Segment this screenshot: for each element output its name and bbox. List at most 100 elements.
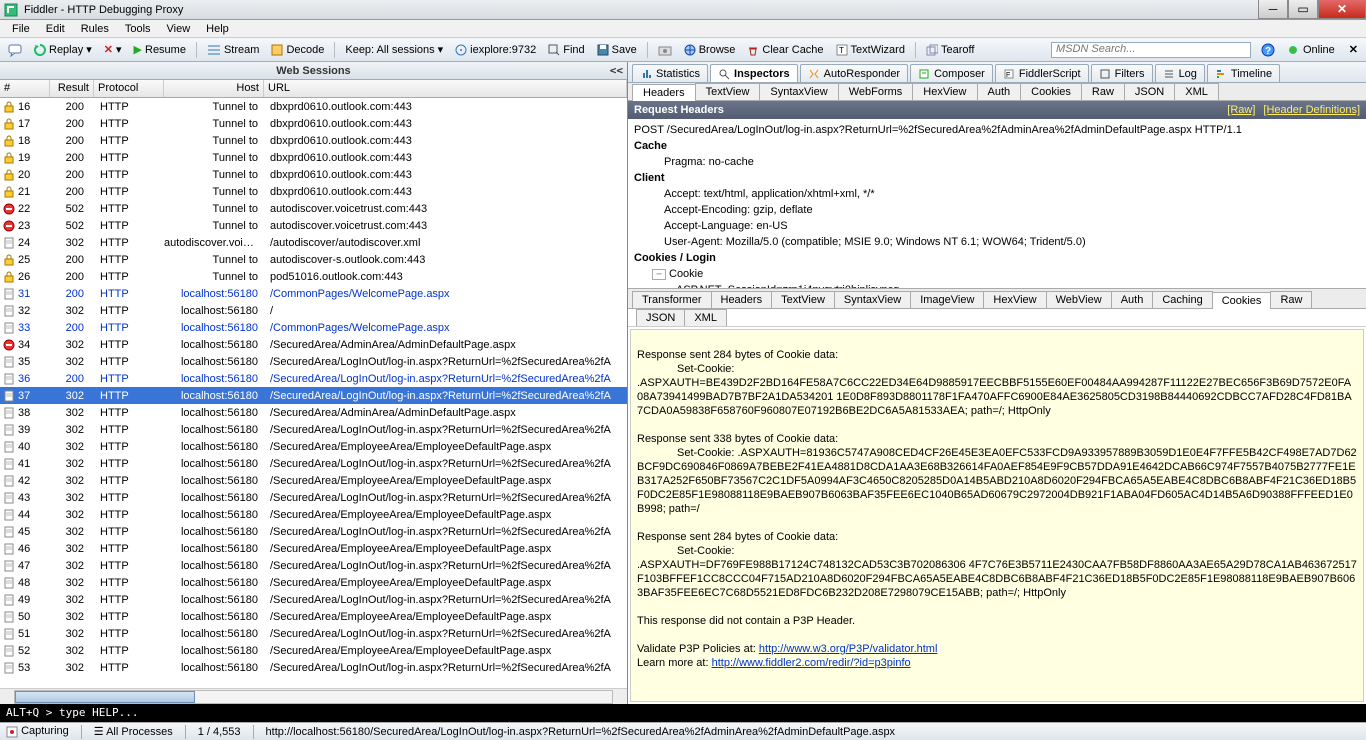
table-row[interactable]: 53302HTTPlocalhost:56180/SecuredArea/Log… [0, 659, 627, 676]
menu-rules[interactable]: Rules [75, 21, 115, 37]
table-row[interactable]: 24302HTTPautodiscover.voicet.../autodisc… [0, 234, 627, 251]
table-row[interactable]: 36200HTTPlocalhost:56180/SecuredArea/Log… [0, 370, 627, 387]
process-filter[interactable]: ☰ All Processes [94, 725, 173, 738]
menu-view[interactable]: View [161, 21, 197, 37]
tab-fiddlerscript[interactable]: F FiddlerScript [995, 64, 1089, 82]
msdn-search-input[interactable]: MSDN Search... [1051, 42, 1251, 58]
resptab2-xml[interactable]: XML [684, 309, 727, 326]
subtab-xml[interactable]: XML [1174, 83, 1219, 100]
minimize-button[interactable]: ─ [1258, 0, 1288, 19]
request-headers-tree[interactable]: POST /SecuredArea/LogInOut/log-in.aspx?R… [628, 119, 1366, 289]
quick-cmd-bar[interactable]: ALT+Q > type HELP... [0, 704, 1366, 722]
col-url[interactable]: URL [264, 80, 627, 97]
camera-icon[interactable] [654, 43, 676, 57]
resptab-caching[interactable]: Caching [1152, 291, 1212, 308]
resptab2-json[interactable]: JSON [636, 309, 685, 326]
resptab-textview[interactable]: TextView [771, 291, 835, 308]
subtab-cookies[interactable]: Cookies [1020, 83, 1082, 100]
target-process[interactable]: iexplore:9732 [451, 43, 540, 57]
subtab-syntaxview[interactable]: SyntaxView [759, 83, 838, 100]
toolbar-close-icon[interactable]: ✕ [1345, 42, 1362, 57]
col-host[interactable]: Host [164, 80, 264, 97]
table-row[interactable]: 31200HTTPlocalhost:56180/CommonPages/Wel… [0, 285, 627, 302]
table-row[interactable]: 49302HTTPlocalhost:56180/SecuredArea/Log… [0, 591, 627, 608]
capturing-indicator[interactable]: Capturing [6, 725, 69, 737]
horizontal-scrollbar[interactable] [0, 688, 627, 704]
tab-filters[interactable]: Filters [1091, 64, 1153, 82]
subtab-webforms[interactable]: WebForms [838, 83, 914, 100]
comment-button[interactable] [4, 42, 26, 58]
stream-button[interactable]: Stream [203, 43, 263, 57]
textwizard-button[interactable]: TTextWizard [832, 43, 909, 57]
col-num[interactable]: # [0, 80, 50, 97]
find-button[interactable]: Find [544, 43, 588, 57]
subtab-textview[interactable]: TextView [695, 83, 761, 100]
table-row[interactable]: 41302HTTPlocalhost:56180/SecuredArea/Log… [0, 455, 627, 472]
maximize-button[interactable]: ▭ [1288, 0, 1318, 19]
tab-autoresponder[interactable]: AutoResponder [800, 64, 908, 82]
replay-button[interactable]: Replay ▾ [30, 42, 96, 57]
raw-link[interactable]: [Raw] [1227, 104, 1255, 116]
p3p-validator-link[interactable]: http://www.w3.org/P3P/validator.html [759, 643, 938, 655]
table-row[interactable]: 48302HTTPlocalhost:56180/SecuredArea/Emp… [0, 574, 627, 591]
resptab-webview[interactable]: WebView [1046, 291, 1112, 308]
table-row[interactable]: 19200HTTPTunnel todbxprd0610.outlook.com… [0, 149, 627, 166]
clear-cache-button[interactable]: Clear Cache [743, 43, 827, 57]
table-row[interactable]: 34302HTTPlocalhost:56180/SecuredArea/Adm… [0, 336, 627, 353]
online-indicator[interactable]: Online [1285, 43, 1339, 57]
table-row[interactable]: 22502HTTPTunnel toautodiscover.voicetrus… [0, 200, 627, 217]
tab-composer[interactable]: Composer [910, 64, 993, 82]
menu-tools[interactable]: Tools [119, 21, 157, 37]
table-row[interactable]: 32302HTTPlocalhost:56180/ [0, 302, 627, 319]
browse-button[interactable]: Browse [680, 43, 740, 57]
subtab-raw[interactable]: Raw [1081, 83, 1125, 100]
sessions-grid[interactable]: 16200HTTPTunnel todbxprd0610.outlook.com… [0, 98, 627, 688]
table-row[interactable]: 21200HTTPTunnel todbxprd0610.outlook.com… [0, 183, 627, 200]
resptab-cookies[interactable]: Cookies [1212, 292, 1272, 309]
header-def-link[interactable]: [Header Definitions] [1263, 104, 1360, 116]
table-row[interactable]: 20200HTTPTunnel todbxprd0610.outlook.com… [0, 166, 627, 183]
tab-log[interactable]: Log [1155, 64, 1205, 82]
resptab-syntaxview[interactable]: SyntaxView [834, 291, 911, 308]
menu-help[interactable]: Help [200, 21, 235, 37]
table-row[interactable]: 40302HTTPlocalhost:56180/SecuredArea/Emp… [0, 438, 627, 455]
table-row[interactable]: 45302HTTPlocalhost:56180/SecuredArea/Log… [0, 523, 627, 540]
p3p-learn-link[interactable]: http://www.fiddler2.com/redir/?id=p3pinf… [712, 657, 911, 669]
table-row[interactable]: 17200HTTPTunnel todbxprd0610.outlook.com… [0, 115, 627, 132]
resptab-raw[interactable]: Raw [1270, 291, 1312, 308]
menu-edit[interactable]: Edit [40, 21, 71, 37]
table-row[interactable]: 35302HTTPlocalhost:56180/SecuredArea/Log… [0, 353, 627, 370]
resume-button[interactable]: ▶Resume [130, 42, 190, 57]
subtab-hexview[interactable]: HexView [912, 83, 977, 100]
keep-sessions[interactable]: Keep: All sessions ▾ [341, 42, 447, 57]
resptab-headers[interactable]: Headers [711, 291, 773, 308]
col-result[interactable]: Result [50, 80, 94, 97]
subtab-json[interactable]: JSON [1124, 83, 1175, 100]
table-row[interactable]: 23502HTTPTunnel toautodiscover.voicetrus… [0, 217, 627, 234]
tab-statistics[interactable]: Statistics [632, 64, 708, 82]
table-row[interactable]: 46302HTTPlocalhost:56180/SecuredArea/Emp… [0, 540, 627, 557]
tab-timeline[interactable]: Timeline [1207, 64, 1280, 82]
table-row[interactable]: 38302HTTPlocalhost:56180/SecuredArea/Adm… [0, 404, 627, 421]
table-row[interactable]: 26200HTTPTunnel topod51016.outlook.com:4… [0, 268, 627, 285]
subtab-headers[interactable]: Headers [632, 84, 696, 101]
cookies-content[interactable]: Response sent 284 bytes of Cookie data: … [630, 329, 1364, 702]
table-row[interactable]: 39302HTTPlocalhost:56180/SecuredArea/Log… [0, 421, 627, 438]
tab-inspectors[interactable]: Inspectors [710, 64, 798, 82]
table-row[interactable]: 47302HTTPlocalhost:56180/SecuredArea/Log… [0, 557, 627, 574]
table-row[interactable]: 51302HTTPlocalhost:56180/SecuredArea/Log… [0, 625, 627, 642]
menu-file[interactable]: File [6, 21, 36, 37]
help-icon[interactable]: ? [1257, 42, 1279, 58]
resptab-auth[interactable]: Auth [1111, 291, 1154, 308]
table-row[interactable]: 25200HTTPTunnel toautodiscover-s.outlook… [0, 251, 627, 268]
table-row[interactable]: 44302HTTPlocalhost:56180/SecuredArea/Emp… [0, 506, 627, 523]
close-button[interactable]: ✕ [1318, 0, 1366, 19]
tearoff-button[interactable]: Tearoff [922, 43, 978, 57]
table-row[interactable]: 37302HTTPlocalhost:56180/SecuredArea/Log… [0, 387, 627, 404]
resptab-imageview[interactable]: ImageView [910, 291, 984, 308]
remove-button[interactable]: ✕ ▾ [100, 42, 126, 57]
save-button[interactable]: Save [593, 43, 641, 57]
resptab-transformer[interactable]: Transformer [632, 291, 712, 308]
decode-button[interactable]: Decode [267, 43, 328, 57]
table-row[interactable]: 16200HTTPTunnel todbxprd0610.outlook.com… [0, 98, 627, 115]
